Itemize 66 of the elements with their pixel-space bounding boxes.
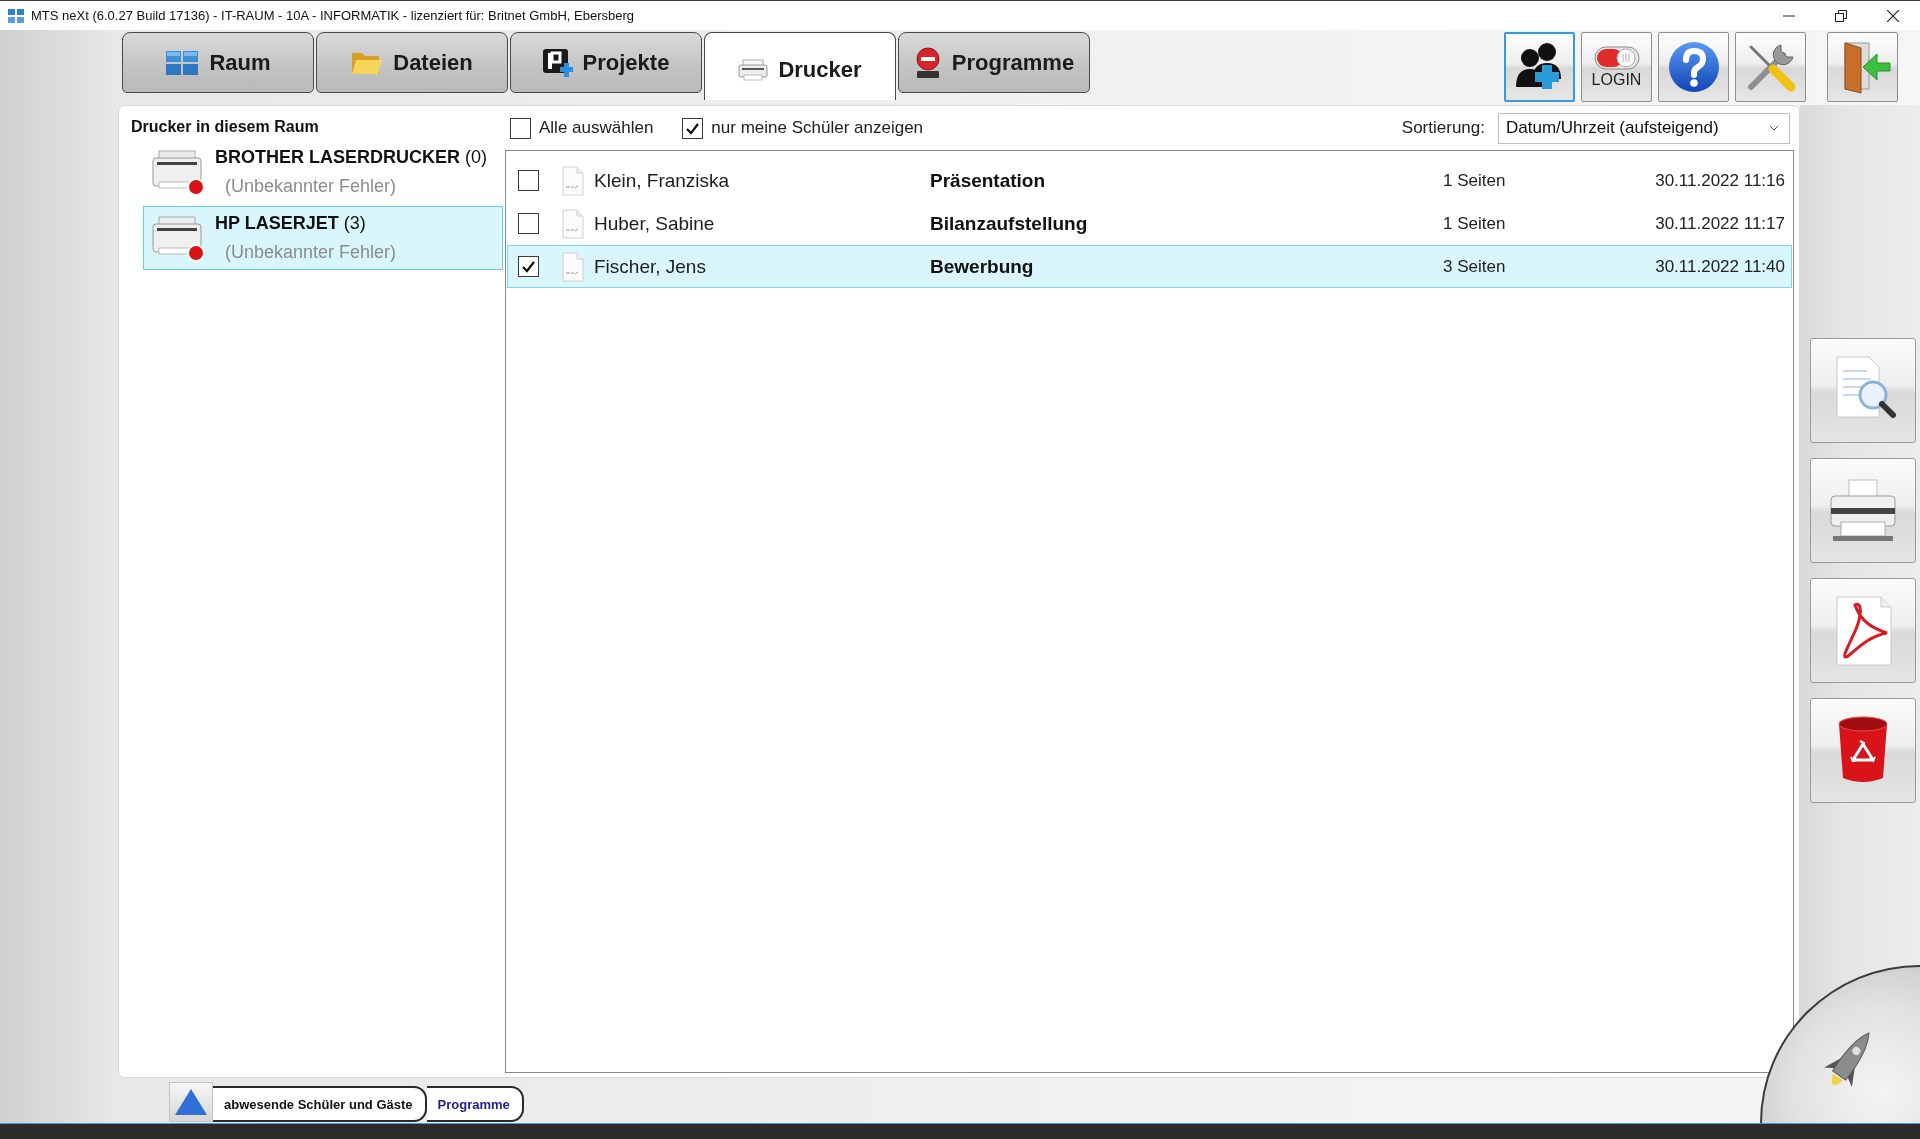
restore-icon[interactable] [1835,9,1847,22]
printer-status: (Unbekannter Fehler) [224,175,397,198]
printer-icon [738,57,769,82]
tab[interactable]: Projekte [510,32,702,93]
document-icon [561,251,585,282]
job-row[interactable]: Huber, Sabine Bilanzaufstellung 1 Seiten 30.11.2022 11:17 [507,202,1792,245]
document-title: Bewerbung [930,255,1035,278]
printer-item[interactable]: HP LASERJET (3) (Unbekannter Fehler) [143,206,503,270]
preview-button[interactable] [1810,338,1916,443]
project-icon [542,48,573,77]
student-name: Fischer, Jens [594,255,707,278]
tab[interactable]: Drucker [704,32,896,100]
page-count: 3 Seiten [1443,256,1507,277]
tab[interactable]: Raum [122,32,314,93]
add-user-button[interactable] [1504,32,1575,102]
document-title: Bilanzaufstellung [930,212,1089,235]
delete-button[interactable] [1810,698,1916,803]
checkbox[interactable] [682,117,704,139]
document-title: Präsentation [930,169,1047,192]
question-mark-icon [1666,40,1721,94]
printer-status: (Unbekannter Fehler) [224,241,397,264]
bottom-tab[interactable]: Programme [426,1086,524,1122]
help-button[interactable] [1658,32,1729,102]
exit-button[interactable] [1827,32,1898,102]
section-heading: Drucker in diesem Raum [131,117,320,137]
print-button[interactable] [1810,458,1916,563]
job-row[interactable]: Fischer, Jens Bewerbung 3 Seiten 30.11.2022 11:40 [507,245,1792,288]
student-name: Huber, Sabine [594,212,716,235]
job-row[interactable]: Klein, Franziska Präsentation 1 Seiten 30.11.2022 11:16 [507,159,1792,202]
close-icon[interactable] [1887,9,1899,22]
page-count: 1 Seiten [1443,213,1507,234]
checkbox[interactable] [518,213,539,234]
app-logo-icon [8,7,24,24]
login-button[interactable]: LOGIN [1581,32,1652,102]
triangle-icon [174,1087,208,1117]
printer-name: BROTHER LASERDRUCKER (0) [215,146,488,169]
print-date: 30.11.2022 11:16 [1655,170,1785,191]
triangle-button[interactable] [169,1082,213,1122]
printer-name: HP LASERJET (3) [215,212,367,235]
tools-button[interactable] [1735,32,1806,102]
checkbox-label: Alle auswählen [539,118,654,138]
print-date: 30.11.2022 11:17 [1655,213,1785,234]
printer-error-icon [151,214,206,262]
stop-sign-icon [913,46,942,79]
checkbox[interactable] [510,117,531,139]
sort-dropdown[interactable]: Datum/Uhrzeit (aufsteigend) [1498,112,1790,144]
chevron-down-icon [1769,125,1779,131]
tab[interactable]: Programme [898,32,1090,93]
checkmark-icon [521,259,536,274]
document-icon [561,165,585,196]
student-name: Klein, Franziska [594,169,731,192]
toggle-switch-icon [1593,45,1640,70]
document-icon [561,208,585,239]
pdf-button[interactable] [1810,578,1916,683]
page-count: 1 Seiten [1443,170,1507,191]
checkbox[interactable] [518,170,539,191]
bottom-tab[interactable]: abwesende Schüler und Gäste [213,1086,427,1122]
print-date: 30.11.2022 11:40 [1655,256,1785,277]
checkbox[interactable] [518,256,539,277]
window-title: MTS neXt (6.0.27 Build 17136) - IT-RAUM - 10A - INFORMATIK - lizenziert für: Britnet GmbH, Ebersberg [31,8,634,23]
sort-label: Sortierung: [1401,118,1485,138]
printer-item[interactable]: BROTHER LASERDRUCKER (0) (Unbekannter Fehler) [143,140,503,204]
tab[interactable]: Dateien [316,32,508,93]
monitors-icon [165,49,200,76]
printer-error-icon [151,148,206,196]
checkbox-label: nur meine Schüler anzeigen [711,118,924,138]
